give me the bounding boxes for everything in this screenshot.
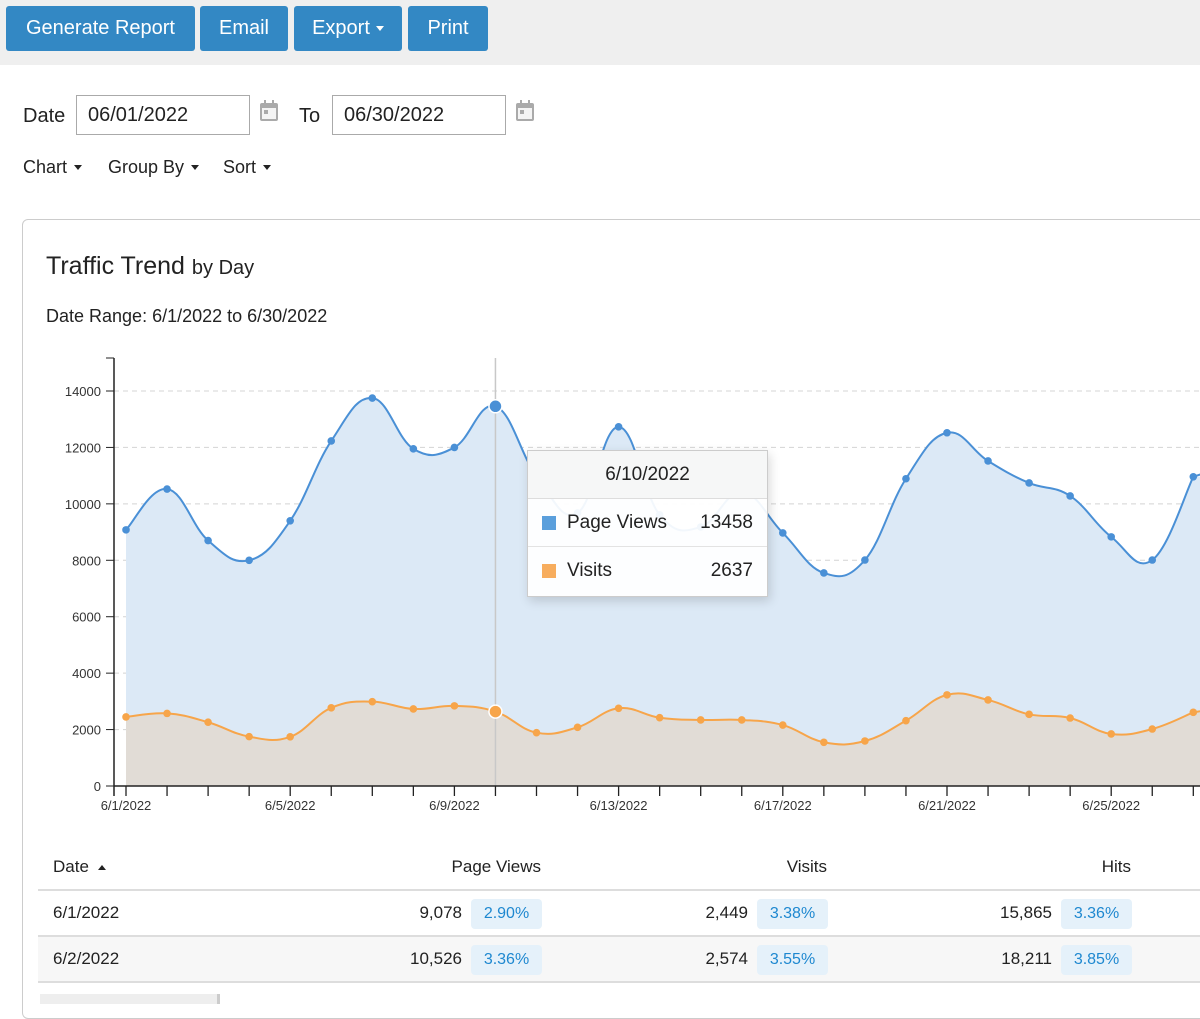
page-views-point bbox=[820, 569, 828, 577]
visits-swatch bbox=[542, 564, 556, 578]
visits-cell: 2,449 bbox=[705, 903, 748, 922]
y-tick-label: 8000 bbox=[72, 553, 101, 568]
page-views-point bbox=[245, 556, 253, 565]
tooltip-row-page-views: Page Views 13458 bbox=[528, 499, 767, 547]
visits-point bbox=[696, 716, 705, 724]
page-views-point bbox=[204, 536, 212, 545]
page-views-point bbox=[1148, 556, 1157, 564]
pagination-control[interactable] bbox=[40, 994, 220, 1004]
visits-point bbox=[820, 738, 828, 747]
visits-point bbox=[779, 721, 787, 729]
sort-ascending-icon bbox=[97, 864, 106, 870]
visits-point bbox=[573, 723, 582, 732]
page-views-point bbox=[861, 556, 869, 564]
page-views-cell: 10,526 bbox=[410, 949, 462, 968]
page-views-point bbox=[409, 445, 418, 453]
date-header-label: Date bbox=[53, 857, 89, 876]
page-views-point bbox=[163, 485, 171, 493]
page-views-point bbox=[943, 428, 951, 437]
date-cell: 6/1/2022 bbox=[53, 903, 120, 922]
hits-pct-badge: 3.36% bbox=[1061, 899, 1132, 929]
page-views-point bbox=[327, 437, 336, 445]
page-views-point bbox=[984, 457, 992, 465]
x-tick-label: 6/1/2022 bbox=[101, 798, 152, 813]
tooltip-date: 6/10/2022 bbox=[528, 451, 767, 499]
x-tick-label: 6/25/2022 bbox=[1082, 798, 1140, 813]
page-views-point bbox=[1107, 533, 1115, 541]
visits-point bbox=[737, 716, 746, 724]
visits-point bbox=[122, 713, 130, 721]
x-tick-label: 6/9/2022 bbox=[429, 798, 480, 813]
visits-point bbox=[1107, 730, 1115, 738]
date-cell: 6/2/2022 bbox=[53, 949, 120, 968]
hits-cell: 18,211 bbox=[1001, 949, 1052, 968]
page-views-point bbox=[614, 423, 623, 431]
visits-point bbox=[1148, 725, 1157, 733]
table-row[interactable]: 6/2/2022 10,526 3.36% 2,574 3.55% 18,211… bbox=[38, 937, 1200, 983]
date-column-header[interactable]: Date bbox=[53, 857, 106, 877]
page-views-point bbox=[1025, 479, 1033, 487]
page-views-highlight-point bbox=[488, 399, 503, 414]
page-views-column-header[interactable]: Page Views bbox=[452, 857, 541, 877]
table-row[interactable]: 6/1/2022 9,078 2.90% 2,449 3.38% 15,865 … bbox=[38, 891, 1200, 937]
visits-point bbox=[1066, 714, 1074, 722]
page-views-point bbox=[779, 529, 787, 537]
x-tick-label: 6/21/2022 bbox=[918, 798, 976, 813]
tooltip-row-visits: Visits 2637 bbox=[528, 547, 767, 595]
visits-point bbox=[1025, 710, 1033, 719]
page-views-pct-badge: 3.36% bbox=[471, 945, 542, 975]
page-views-pct-badge: 2.90% bbox=[471, 899, 542, 929]
y-tick-label: 10000 bbox=[65, 497, 101, 512]
x-tick-label: 6/5/2022 bbox=[265, 798, 316, 813]
y-tick-label: 4000 bbox=[72, 666, 101, 681]
tooltip-value: 2637 bbox=[710, 560, 753, 581]
y-tick-label: 6000 bbox=[72, 610, 101, 625]
visits-point bbox=[286, 732, 295, 741]
visits-point bbox=[409, 705, 418, 713]
page-views-point bbox=[902, 474, 910, 483]
chart-tooltip: 6/10/2022 Page Views 13458 Visits 2637 bbox=[527, 450, 768, 597]
visits-point bbox=[655, 713, 664, 722]
hits-cell: 15,865 bbox=[1000, 903, 1052, 922]
visits-point bbox=[902, 716, 910, 725]
page-views-cell: 9,078 bbox=[419, 903, 462, 922]
visits-point bbox=[1189, 708, 1198, 717]
visits-point bbox=[450, 702, 459, 710]
visits-column-header[interactable]: Visits bbox=[787, 857, 827, 877]
page-views-point bbox=[286, 516, 295, 525]
hits-column-header[interactable]: Hits bbox=[1102, 857, 1131, 877]
tooltip-value: 13458 bbox=[700, 511, 753, 533]
visits-point bbox=[245, 732, 253, 741]
page-views-point bbox=[1189, 472, 1198, 481]
y-tick-label: 14000 bbox=[65, 384, 101, 399]
visits-point bbox=[861, 737, 869, 745]
hits-pct-badge: 3.85% bbox=[1061, 945, 1132, 975]
page-views-point bbox=[368, 394, 377, 402]
page-views-swatch bbox=[542, 515, 556, 530]
page-views-point bbox=[1066, 492, 1074, 500]
tooltip-label: Visits bbox=[567, 560, 613, 581]
visits-point bbox=[984, 696, 992, 704]
y-tick-label: 2000 bbox=[72, 723, 101, 738]
x-tick-label: 6/17/2022 bbox=[754, 798, 812, 813]
visits-point bbox=[368, 697, 377, 706]
page-views-point bbox=[122, 526, 130, 534]
y-tick-label: 12000 bbox=[65, 440, 101, 455]
page-views-point bbox=[450, 443, 459, 452]
visits-point bbox=[163, 709, 171, 718]
visits-point bbox=[943, 691, 951, 699]
y-tick-label: 0 bbox=[94, 779, 101, 794]
traffic-chart[interactable]: 0 2000 4000 6000 8000 10000 12000 14000 6/1/2022… bbox=[0, 0, 1200, 830]
visits-point bbox=[204, 718, 212, 727]
tooltip-label: Page Views bbox=[567, 511, 667, 533]
visits-highlight-point bbox=[488, 704, 503, 719]
x-tick-label: 6/13/2022 bbox=[590, 798, 648, 813]
visits-point bbox=[614, 704, 623, 713]
visits-pct-badge: 3.55% bbox=[757, 945, 828, 975]
visits-point bbox=[532, 728, 541, 737]
visits-point bbox=[327, 704, 336, 712]
visits-pct-badge: 3.38% bbox=[757, 899, 828, 929]
visits-cell: 2,574 bbox=[705, 949, 748, 968]
